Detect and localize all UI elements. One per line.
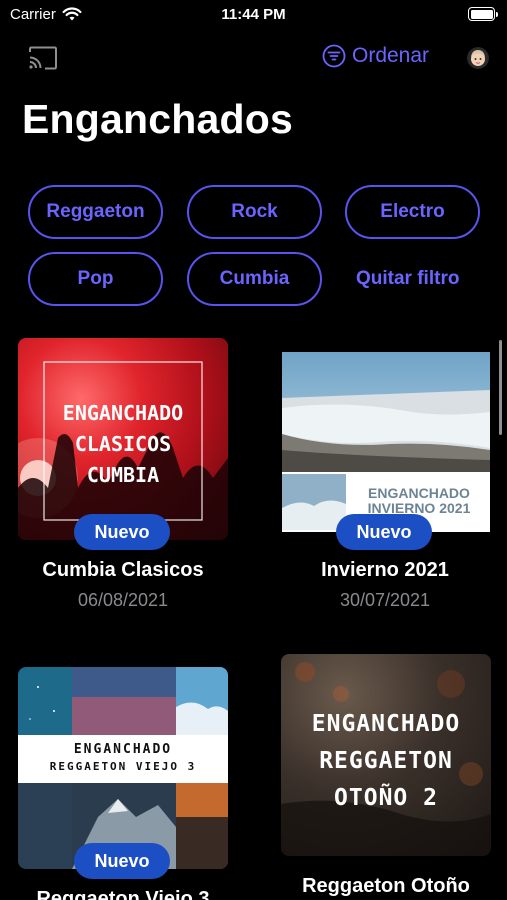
new-badge: Nuevo	[336, 514, 432, 550]
filter-chip-reggaeton[interactable]: Reggaeton	[28, 185, 163, 239]
cast-icon[interactable]	[28, 46, 58, 70]
sort-button[interactable]: Ordenar	[322, 44, 429, 68]
new-badge: Nuevo	[74, 843, 170, 879]
cover-text-line: OTOÑO 2	[334, 785, 438, 811]
cover-text-line: REGGAETON VIEJO 3	[49, 760, 197, 773]
page-title: Enganchados	[22, 96, 294, 142]
card-title: Cumbia Clasicos	[42, 559, 204, 581]
card-date: 06/08/2021	[77, 590, 169, 610]
status-time: 11:44 PM	[221, 6, 286, 23]
card-title: Reggaeton Otoño	[302, 875, 470, 897]
cover-text-line: ENGANCHADO	[311, 711, 461, 737]
battery-level	[470, 9, 493, 19]
filter-chip-cumbia[interactable]: Cumbia	[187, 252, 322, 306]
app-screen: Carrier 11:44 PM Ordenar Enganchados Reg…	[0, 0, 507, 900]
sort-label: Ordenar	[352, 44, 430, 67]
battery-nub	[496, 11, 498, 17]
cover-text-line: ENGANCHADO	[73, 742, 173, 757]
cover-image: ENGANCHADO REGGAETON OTOÑO 2	[281, 654, 491, 856]
card-date: 30/07/2021	[339, 590, 431, 610]
avatar-icon[interactable]	[467, 47, 489, 69]
card-title: Invierno 2021	[321, 559, 449, 581]
card-title: Reggaeton Viejo 3	[36, 888, 210, 900]
cover-text-line: ENGANCHADO	[62, 401, 184, 425]
cover-image: ENGANCHADO INVIERNO 2021	[280, 338, 490, 540]
filter-lines-icon	[322, 44, 346, 68]
cover-text-line: CUMBIA	[86, 463, 160, 487]
clear-filter-button[interactable]: Quitar filtro	[356, 268, 459, 290]
filter-chip-pop[interactable]: Pop	[28, 252, 163, 306]
new-badge: Nuevo	[74, 514, 170, 550]
battery-icon	[468, 7, 498, 21]
cover-text-line: CLASICOS	[74, 432, 172, 456]
cover-text-line: ENGANCHADO	[368, 485, 470, 501]
cover-image: ENGANCHADO REGGAETON VIEJO 3	[18, 667, 228, 869]
cover-text-line: REGGAETON	[319, 748, 453, 774]
scroll-indicator[interactable]	[499, 340, 502, 435]
status-bar: Carrier 11:44 PM	[0, 0, 507, 34]
filter-chip-rock[interactable]: Rock	[187, 185, 322, 239]
filter-chip-electro[interactable]: Electro	[345, 185, 480, 239]
cover-image: ENGANCHADO CLASICOS CUMBIA	[18, 338, 228, 540]
